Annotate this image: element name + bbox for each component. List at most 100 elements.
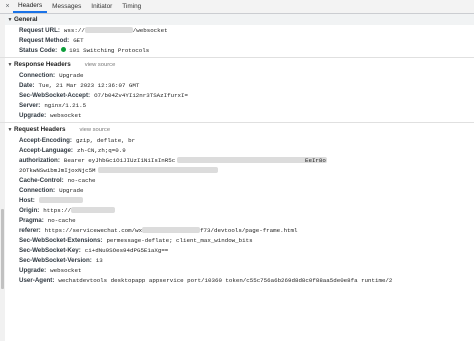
- section-divider: [0, 57, 474, 58]
- header-name: User-Agent:: [19, 276, 55, 284]
- scrollbar-thumb[interactable]: [1, 209, 4, 289]
- tab-headers[interactable]: Headers: [13, 0, 48, 13]
- tab-timing[interactable]: Timing: [117, 0, 146, 13]
- header-name: Sec-WebSocket-Extensions:: [19, 236, 103, 244]
- header-name: Pragma:: [19, 216, 44, 224]
- response-view-source-link[interactable]: view source: [85, 62, 116, 68]
- header-value[interactable]: websocket: [50, 267, 81, 274]
- headers-panel: ▼ General Request URL: wss:///websocket …: [0, 14, 474, 341]
- origin-scheme: https://: [43, 206, 72, 214]
- header-value[interactable]: O7/b04Zv4YIi2nr3TSAzIfurxI=: [94, 92, 188, 99]
- request-headers-toggle[interactable]: ▼ Request Headers view source: [6, 124, 474, 135]
- header-value[interactable]: zh-CN,zh;q=0.9: [77, 147, 126, 154]
- header-row: Upgrade: websocket: [6, 265, 474, 275]
- authorization-token-line2[interactable]: 2OTkwNSwibmJmIjoxNjc5M: [19, 167, 218, 174]
- header-value[interactable]: wechatdevtools desktopapp appservice por…: [58, 277, 392, 284]
- header-name: Sec-WebSocket-Accept:: [19, 91, 91, 99]
- header-name: Upgrade:: [19, 266, 47, 274]
- header-name: authorization:: [19, 156, 60, 164]
- vertical-scrollbar[interactable]: [0, 14, 5, 341]
- header-row: Connection: Upgrade: [6, 70, 474, 80]
- authorization-token-start: Bearer eyJhbGciOiJIUzI1NiIsInR5c: [63, 156, 176, 164]
- header-row: Sec-WebSocket-Accept: O7/b04Zv4YIi2nr3TS…: [6, 90, 474, 100]
- devtools-tabbar: × Headers Messages Initiator Timing: [0, 0, 474, 14]
- host-value[interactable]: [38, 196, 83, 204]
- request-method-value[interactable]: GET: [73, 37, 83, 44]
- header-row: Accept-Language: zh-CN,zh;q=0.9: [6, 145, 474, 155]
- redacted-host-block: [71, 206, 116, 213]
- origin-value[interactable]: https://: [43, 206, 116, 214]
- header-value[interactable]: no-cache: [48, 217, 76, 224]
- status-code-label: Status Code:: [19, 46, 58, 54]
- header-value[interactable]: Tue, 21 Mar 2023 12:36:07 GMT: [38, 82, 139, 89]
- header-value[interactable]: ci+dNu9SOes94dPG5E1aXg==: [85, 247, 169, 254]
- general-section-toggle[interactable]: ▼ General: [5, 14, 474, 25]
- referer-end: f73/devtools/page-frame.html: [200, 226, 298, 234]
- authorization-value[interactable]: Bearer eyJhbGciOiJIUzI1NiIsInR5c: [63, 156, 328, 164]
- response-headers-toggle[interactable]: ▼ Response Headers view source: [6, 59, 474, 70]
- authorization-continuation-row: 2OTkwNSwibmJmIjoxNjc5M: [6, 165, 474, 175]
- header-row: Connection: Upgrade: [6, 185, 474, 195]
- header-row: Cache-Control: no-cache: [6, 175, 474, 185]
- authorization-token-tail: EeIr8o: [305, 157, 326, 164]
- collapse-triangle-icon: ▼: [7, 61, 13, 68]
- header-name: Accept-Language:: [19, 146, 73, 154]
- header-name: Connection:: [19, 71, 56, 79]
- status-ok-dot-icon: [61, 47, 67, 53]
- request-method-label: Request Method:: [19, 36, 70, 44]
- header-value[interactable]: gzip, deflate, br: [76, 137, 135, 144]
- status-code-row: Status Code: 101 Switching Protocols: [6, 45, 474, 55]
- header-name: Cache-Control:: [19, 176, 64, 184]
- section-divider: [0, 122, 474, 123]
- header-row: Date: Tue, 21 Mar 2023 12:36:07 GMT: [6, 80, 474, 90]
- header-name: Host:: [19, 196, 35, 204]
- header-name: Date:: [19, 81, 35, 89]
- redacted-host-block: [38, 196, 83, 203]
- request-view-source-link[interactable]: view source: [79, 127, 110, 133]
- header-value[interactable]: no-cache: [68, 177, 96, 184]
- referer-value[interactable]: https://servicewechat.com/wx f73/devtools…: [45, 227, 298, 234]
- authorization-line2-text: 2OTkwNSwibmJmIjoxNjc5M: [19, 166, 96, 174]
- authorization-row: authorization: Bearer eyJhbGciOiJIUzI1Ni…: [6, 155, 474, 165]
- header-name: Origin:: [19, 206, 40, 214]
- close-icon[interactable]: ×: [2, 0, 13, 13]
- header-name: Sec-WebSocket-Key:: [19, 246, 81, 254]
- header-value[interactable]: websocket: [50, 112, 81, 119]
- request-method-row: Request Method: GET: [6, 35, 474, 45]
- referer-start: https://servicewechat.com/wx: [44, 226, 143, 234]
- tab-messages[interactable]: Messages: [47, 0, 86, 13]
- header-name: Accept-Encoding:: [19, 136, 72, 144]
- header-value[interactable]: Upgrade: [59, 72, 83, 79]
- request-url-row: Request URL: wss:// /websocket: [6, 25, 474, 35]
- header-row: Accept-Encoding: gzip, deflate, br: [6, 135, 474, 145]
- header-name: Sec-WebSocket-Version:: [19, 256, 92, 264]
- header-row: Pragma: no-cache: [6, 215, 474, 225]
- request-headers-title: Request Headers: [14, 126, 66, 133]
- header-value[interactable]: nginx/1.21.5: [44, 102, 86, 109]
- response-headers-title: Response Headers: [14, 61, 71, 68]
- request-url-value[interactable]: wss:// /websocket: [64, 27, 168, 34]
- header-value[interactable]: 13: [96, 257, 103, 264]
- request-url-label: Request URL:: [19, 26, 60, 34]
- referer-row: referer: https://servicewechat.com/wx f73…: [6, 225, 474, 235]
- status-code-value[interactable]: 101 Switching Protocols: [61, 47, 149, 54]
- tab-initiator[interactable]: Initiator: [86, 0, 117, 13]
- header-row: Upgrade: websocket: [6, 110, 474, 120]
- header-name: Connection:: [19, 186, 56, 194]
- redacted-token-block: [97, 166, 218, 173]
- origin-row: Origin: https://: [6, 205, 474, 215]
- host-row: Host:: [6, 195, 474, 205]
- collapse-triangle-icon: ▼: [7, 16, 13, 23]
- request-url-path: /websocket: [132, 26, 168, 34]
- status-code-text: 101 Switching Protocols: [69, 46, 150, 54]
- header-row: User-Agent: wechatdevtools desktopapp ap…: [6, 275, 474, 285]
- header-row: Server: nginx/1.21.5: [6, 100, 474, 110]
- collapse-triangle-icon: ▼: [7, 126, 13, 133]
- header-row: Sec-WebSocket-Extensions: permessage-def…: [6, 235, 474, 245]
- header-name: Upgrade:: [19, 111, 47, 119]
- redacted-appid-block: [142, 226, 201, 233]
- header-row: Sec-WebSocket-Key: ci+dNu9SOes94dPG5E1aX…: [6, 245, 474, 255]
- header-value[interactable]: permessage-deflate; client_max_window_bi…: [106, 237, 252, 244]
- header-value[interactable]: Upgrade: [59, 187, 83, 194]
- header-name: referer:: [19, 226, 41, 234]
